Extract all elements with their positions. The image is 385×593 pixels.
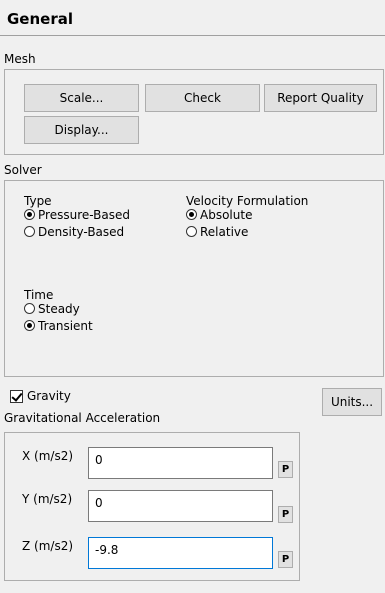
radio-label: Absolute (200, 207, 253, 222)
radio-transient[interactable]: Transient (24, 317, 93, 334)
y-acceleration-input[interactable]: 0 (88, 490, 273, 522)
radio-label: Pressure-Based (38, 207, 130, 222)
radio-label: Transient (38, 318, 93, 333)
radio-button-icon[interactable] (186, 226, 197, 237)
scale-button[interactable]: Scale... (24, 84, 139, 112)
check-button[interactable]: Check (145, 84, 260, 112)
units-button[interactable]: Units... (322, 388, 382, 416)
display-button[interactable]: Display... (24, 116, 139, 144)
radio-pressure-based[interactable]: Pressure-Based (24, 206, 130, 223)
x-field-label: X (m/s2) (22, 449, 74, 463)
radio-relative[interactable]: Relative (186, 223, 252, 240)
type-radio-group: Pressure-Based Density-Based (24, 206, 130, 240)
radio-button-icon[interactable] (24, 209, 35, 220)
y-parameter-button[interactable]: P (278, 506, 293, 523)
gravity-label: Gravity (27, 389, 71, 403)
radio-absolute[interactable]: Absolute (186, 206, 252, 223)
radio-button-icon[interactable] (186, 209, 197, 220)
radio-density-based[interactable]: Density-Based (24, 223, 130, 240)
radio-label: Density-Based (38, 224, 125, 239)
panel-title: General (7, 10, 73, 28)
z-acceleration-input[interactable]: -9.8 (88, 537, 273, 569)
radio-label: Relative (200, 224, 249, 239)
report-quality-button[interactable]: Report Quality (264, 84, 377, 112)
x-parameter-button[interactable]: P (278, 461, 293, 478)
gravity-checkbox[interactable]: Gravity (10, 389, 71, 403)
z-field-label: Z (m/s2) (22, 539, 74, 553)
radio-label: Steady (38, 301, 80, 316)
x-acceleration-input[interactable]: 0 (88, 447, 273, 479)
solver-label: Solver (4, 163, 42, 177)
time-radio-group: Steady Transient (24, 300, 93, 334)
radio-button-icon[interactable] (24, 303, 35, 314)
radio-button-icon[interactable] (24, 226, 35, 237)
z-parameter-button[interactable]: P (278, 551, 293, 568)
checkbox-icon[interactable] (10, 389, 23, 403)
y-field-label: Y (m/s2) (22, 492, 73, 506)
mesh-label: Mesh (4, 52, 36, 66)
gravitational-acceleration-label: Gravitational Acceleration (4, 411, 161, 425)
title-divider (0, 35, 385, 36)
velocity-radio-group: Absolute Relative (186, 206, 252, 240)
radio-steady[interactable]: Steady (24, 300, 93, 317)
radio-button-icon[interactable] (24, 320, 35, 331)
